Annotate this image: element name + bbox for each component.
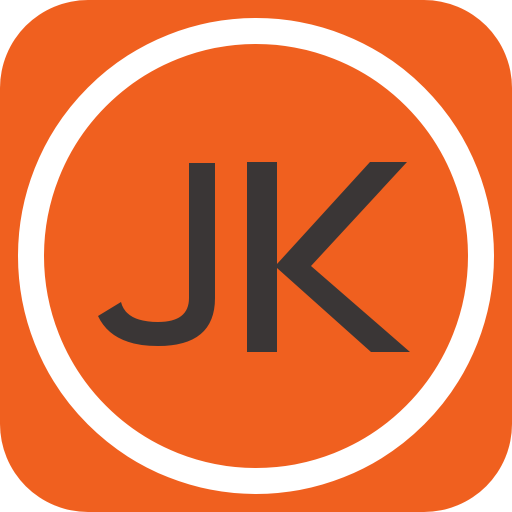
letter-j (98, 163, 215, 346)
app-icon-canvas (0, 0, 512, 512)
jk-monogram-logo (0, 0, 512, 512)
letter-k (247, 162, 410, 352)
jk-app-icon[interactable] (0, 0, 512, 512)
